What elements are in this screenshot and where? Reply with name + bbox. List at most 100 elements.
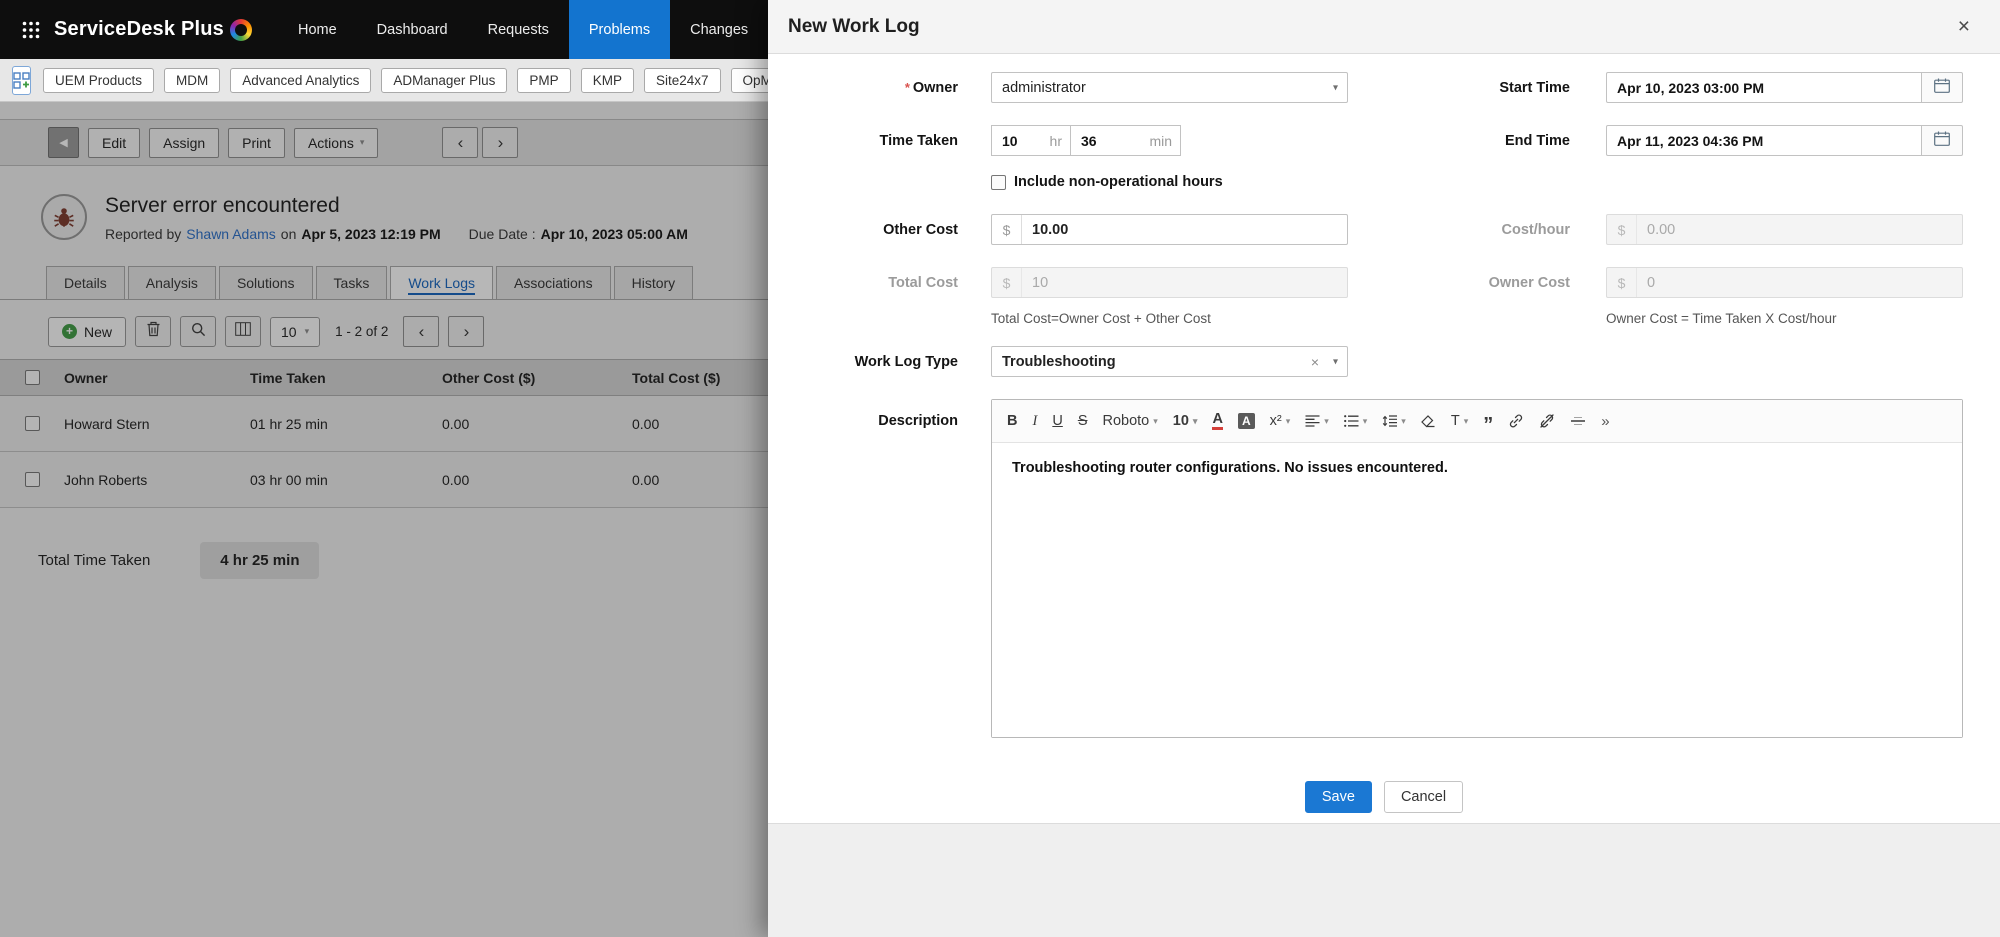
- end-time-input[interactable]: Apr 11, 2023 04:36 PM: [1606, 125, 1922, 156]
- worklog-table: Owner Time Taken Other Cost ($) Total Co…: [0, 359, 768, 508]
- new-worklog-button[interactable]: + New: [48, 316, 127, 347]
- cell-time-taken: 01 hr 25 min: [250, 415, 328, 432]
- search-button[interactable]: [180, 316, 217, 347]
- more-tools-icon[interactable]: »: [1601, 413, 1609, 430]
- app-grid-icon[interactable]: [22, 17, 40, 43]
- nav-changes[interactable]: Changes: [670, 0, 768, 59]
- row-checkbox[interactable]: [24, 416, 40, 431]
- minutes-input[interactable]: 36 min: [1070, 125, 1181, 156]
- list-icon[interactable]: ▾: [1343, 415, 1367, 427]
- owner-cost-help: Owner Cost = Time Taken X Cost/hour: [1606, 311, 1837, 326]
- font-family-select[interactable]: Roboto ▾: [1102, 413, 1157, 429]
- problem-title: Server error encountered: [105, 194, 340, 217]
- tab-details[interactable]: Details: [46, 266, 125, 299]
- description-editor: B I U S Roboto ▾ 10 ▾ A A x² ▾ ▾ ▾ ▾ T ▾…: [991, 399, 1963, 738]
- tab-tasks[interactable]: Tasks: [315, 266, 388, 299]
- product-chip-kmp[interactable]: KMP: [580, 67, 634, 93]
- add-product-icon[interactable]: [12, 65, 31, 95]
- nav-dashboard[interactable]: Dashboard: [357, 0, 468, 59]
- nav-home[interactable]: Home: [278, 0, 357, 59]
- hours-input[interactable]: 10 hr: [991, 125, 1071, 156]
- end-time-calendar-button[interactable]: [1921, 125, 1963, 156]
- chevron-down-icon: ▾: [1324, 415, 1329, 426]
- nav-problems[interactable]: Problems: [568, 0, 671, 59]
- unlink-icon[interactable]: [1539, 413, 1555, 429]
- product-chip-opmanager[interactable]: OpManager: [730, 67, 768, 93]
- end-time-field: Apr 11, 2023 04:36 PM: [1606, 125, 1963, 156]
- description-input[interactable]: Troubleshooting router configurations. N…: [992, 443, 1962, 737]
- nav-requests[interactable]: Requests: [468, 0, 569, 59]
- bold-icon[interactable]: B: [1007, 413, 1017, 429]
- superscript-icon[interactable]: x² ▾: [1270, 413, 1291, 429]
- cancel-button[interactable]: Cancel: [1383, 781, 1464, 813]
- cell-owner: Howard Stern: [64, 415, 150, 432]
- product-chip-mdm[interactable]: MDM: [164, 67, 221, 93]
- owner-select[interactable]: administrator ▾: [991, 72, 1348, 103]
- next-record-button[interactable]: ›: [482, 127, 519, 158]
- page-size-dropdown[interactable]: 10 ▾: [270, 316, 321, 347]
- delete-button[interactable]: [135, 316, 172, 347]
- print-button[interactable]: Print: [228, 127, 285, 158]
- due-date-value: Apr 10, 2023 05:00 AM: [540, 226, 688, 242]
- plus-icon: +: [62, 324, 77, 339]
- tab-history[interactable]: History: [613, 266, 694, 299]
- other-cost-field[interactable]: $ 10.00: [991, 214, 1348, 245]
- edit-button[interactable]: Edit: [88, 127, 141, 158]
- actions-label: Actions: [307, 134, 354, 151]
- save-button[interactable]: Save: [1304, 781, 1372, 813]
- dialog-body: * Owner administrator ▾ Start Time Apr 10…: [768, 54, 2000, 738]
- hours-unit: hr: [1049, 132, 1062, 149]
- table-row[interactable]: Howard Stern 01 hr 25 min 0.00 0.00: [0, 396, 768, 452]
- previous-page-button[interactable]: ‹: [403, 316, 440, 347]
- select-all-checkbox[interactable]: [24, 370, 40, 385]
- italic-icon[interactable]: I: [1032, 413, 1037, 430]
- clear-selection-icon[interactable]: ×: [1311, 354, 1319, 370]
- start-time-label: Start Time: [1499, 79, 1570, 96]
- brand-logo[interactable]: ServiceDesk Plus: [54, 18, 252, 41]
- product-chip-uem[interactable]: UEM Products: [43, 67, 155, 93]
- column-time-taken[interactable]: Time Taken: [250, 370, 442, 386]
- row-checkbox[interactable]: [24, 472, 40, 487]
- tab-solutions[interactable]: Solutions: [218, 266, 313, 299]
- format-paint-icon[interactable]: T ▾: [1451, 413, 1468, 429]
- product-chip-site24x7[interactable]: Site24x7: [643, 67, 721, 93]
- back-button[interactable]: ◀: [48, 127, 79, 158]
- owner-cost-field: $ 0: [1606, 267, 1963, 298]
- align-icon[interactable]: ▾: [1305, 415, 1329, 427]
- column-other-cost[interactable]: Other Cost ($): [442, 370, 632, 386]
- non-operational-checkbox[interactable]: [991, 174, 1006, 190]
- chevron-down-icon: ▾: [359, 137, 365, 147]
- reporter-link[interactable]: Shawn Adams: [186, 226, 276, 242]
- pagination-range: 1 - 2 of 2: [335, 324, 389, 339]
- horizontal-rule-icon[interactable]: [1570, 416, 1586, 426]
- background-color-icon[interactable]: A: [1237, 413, 1255, 429]
- close-icon[interactable]: ×: [1958, 16, 1970, 37]
- clear-format-icon[interactable]: [1420, 414, 1436, 428]
- currency-symbol: $: [992, 215, 1022, 244]
- table-row[interactable]: John Roberts 03 hr 00 min 0.00 0.00: [0, 452, 768, 508]
- tab-work-logs[interactable]: Work Logs: [390, 266, 493, 299]
- font-size-select[interactable]: 10 ▾: [1173, 413, 1198, 429]
- worklog-type-select[interactable]: Troubleshooting × ▾: [991, 346, 1348, 377]
- product-chip-pmp[interactable]: PMP: [517, 67, 571, 93]
- underline-icon[interactable]: U: [1052, 413, 1062, 429]
- column-owner[interactable]: Owner: [64, 370, 250, 386]
- quote-icon[interactable]: ”: [1483, 415, 1493, 435]
- column-total-cost[interactable]: Total Cost ($): [632, 370, 768, 386]
- tab-analysis[interactable]: Analysis: [127, 266, 216, 299]
- product-chip-admanager[interactable]: ADManager Plus: [381, 67, 508, 93]
- next-page-button[interactable]: ›: [448, 316, 485, 347]
- dialog-footer-spacer: [768, 823, 2000, 937]
- previous-record-button[interactable]: ‹: [442, 127, 479, 158]
- strikethrough-icon[interactable]: S: [1078, 413, 1088, 429]
- link-icon[interactable]: [1508, 413, 1524, 429]
- tab-associations[interactable]: Associations: [496, 266, 611, 299]
- actions-dropdown[interactable]: Actions ▾: [293, 127, 379, 158]
- assign-button[interactable]: Assign: [149, 127, 220, 158]
- start-time-input[interactable]: Apr 10, 2023 03:00 PM: [1606, 72, 1922, 103]
- line-height-icon[interactable]: ▾: [1382, 415, 1406, 427]
- product-chip-advanced-analytics[interactable]: Advanced Analytics: [230, 67, 372, 93]
- text-color-icon[interactable]: A: [1212, 411, 1223, 431]
- column-chooser-button[interactable]: [225, 316, 262, 347]
- start-time-calendar-button[interactable]: [1921, 72, 1963, 103]
